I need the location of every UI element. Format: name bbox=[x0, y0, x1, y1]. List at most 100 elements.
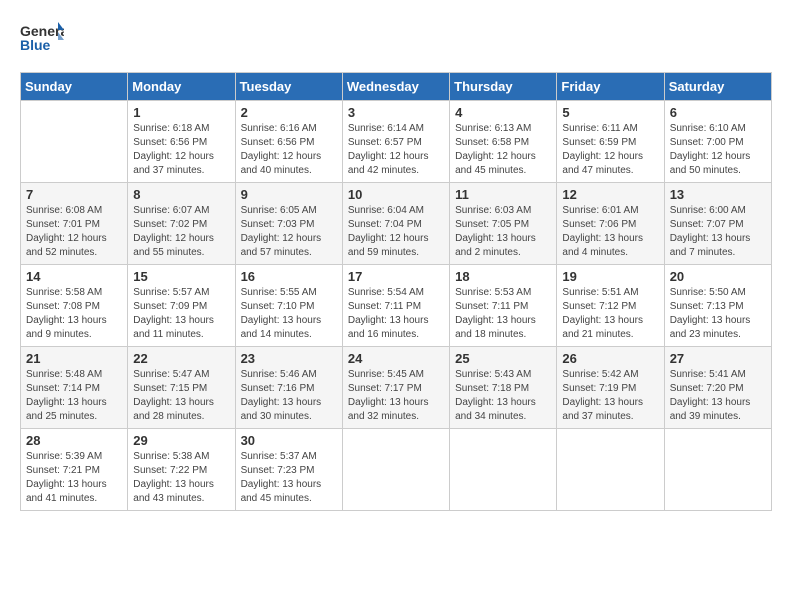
weekday-header: Thursday bbox=[450, 73, 557, 101]
svg-text:Blue: Blue bbox=[20, 37, 51, 53]
calendar-day-cell: 22Sunrise: 5:47 AM Sunset: 7:15 PM Dayli… bbox=[128, 347, 235, 429]
calendar-day-cell bbox=[342, 429, 449, 511]
day-number: 17 bbox=[348, 269, 444, 284]
day-info: Sunrise: 5:57 AM Sunset: 7:09 PM Dayligh… bbox=[133, 286, 229, 342]
day-number: 28 bbox=[26, 433, 122, 448]
day-number: 1 bbox=[133, 105, 229, 120]
day-info: Sunrise: 6:05 AM Sunset: 7:03 PM Dayligh… bbox=[241, 204, 337, 260]
calendar-day-cell: 29Sunrise: 5:38 AM Sunset: 7:22 PM Dayli… bbox=[128, 429, 235, 511]
weekday-header: Monday bbox=[128, 73, 235, 101]
calendar-day-cell: 4 Sunrise: 6:13 AM Sunset: 6:58 PM Daylig… bbox=[450, 101, 557, 183]
day-info: Sunrise: 5:39 AM Sunset: 7:21 PM Dayligh… bbox=[26, 450, 122, 506]
day-number: 3 bbox=[348, 105, 444, 120]
calendar-day-cell: 17 Sunrise: 5:54 AM Sunset: 7:11 PM Dayli… bbox=[342, 265, 449, 347]
calendar-day-cell: 28 Sunrise: 5:39 AM Sunset: 7:21 PM Dayli… bbox=[21, 429, 128, 511]
calendar-day-cell bbox=[450, 429, 557, 511]
day-info: Sunrise: 5:46 AM Sunset: 7:16 PM Dayligh… bbox=[241, 368, 337, 424]
day-info: Sunrise: 6:04 AM Sunset: 7:04 PM Dayligh… bbox=[348, 204, 444, 260]
calendar-day-cell bbox=[557, 429, 664, 511]
day-number: 2 bbox=[241, 105, 337, 120]
calendar-day-cell: 9Sunrise: 6:05 AM Sunset: 7:03 PM Daylig… bbox=[235, 183, 342, 265]
calendar-day-cell: 12Sunrise: 6:01 AM Sunset: 7:06 PM Dayli… bbox=[557, 183, 664, 265]
day-info: Sunrise: 6:08 AM Sunset: 7:01 PM Dayligh… bbox=[26, 204, 122, 260]
calendar-week-row: 7Sunrise: 6:08 AM Sunset: 7:01 PM Daylig… bbox=[21, 183, 772, 265]
weekday-header: Friday bbox=[557, 73, 664, 101]
day-number: 5 bbox=[562, 105, 658, 120]
day-number: 16 bbox=[241, 269, 337, 284]
day-info: Sunrise: 6:16 AM Sunset: 6:56 PM Dayligh… bbox=[241, 122, 337, 178]
day-info: Sunrise: 5:55 AM Sunset: 7:10 PM Dayligh… bbox=[241, 286, 337, 342]
calendar-week-row: 14 Sunrise: 5:58 AM Sunset: 7:08 PM Dayli… bbox=[21, 265, 772, 347]
day-number: 11 bbox=[455, 187, 551, 202]
day-number: 20 bbox=[670, 269, 766, 284]
day-info: Sunrise: 6:11 AM Sunset: 6:59 PM Dayligh… bbox=[562, 122, 658, 178]
calendar-day-cell: 13 Sunrise: 6:00 AM Sunset: 7:07 PM Dayli… bbox=[664, 183, 771, 265]
calendar-day-cell: 7Sunrise: 6:08 AM Sunset: 7:01 PM Daylig… bbox=[21, 183, 128, 265]
day-info: Sunrise: 6:13 AM Sunset: 6:58 PM Dayligh… bbox=[455, 122, 551, 178]
day-info: Sunrise: 5:37 AM Sunset: 7:23 PM Dayligh… bbox=[241, 450, 337, 506]
calendar-day-cell: 8Sunrise: 6:07 AM Sunset: 7:02 PM Daylig… bbox=[128, 183, 235, 265]
day-number: 27 bbox=[670, 351, 766, 366]
day-number: 4 bbox=[455, 105, 551, 120]
logo: General Blue bbox=[20, 20, 64, 56]
day-number: 8 bbox=[133, 187, 229, 202]
day-info: Sunrise: 5:45 AM Sunset: 7:17 PM Dayligh… bbox=[348, 368, 444, 424]
weekday-header: Tuesday bbox=[235, 73, 342, 101]
day-info: Sunrise: 6:01 AM Sunset: 7:06 PM Dayligh… bbox=[562, 204, 658, 260]
day-info: Sunrise: 5:41 AM Sunset: 7:20 PM Dayligh… bbox=[670, 368, 766, 424]
weekday-header: Wednesday bbox=[342, 73, 449, 101]
calendar-week-row: 28 Sunrise: 5:39 AM Sunset: 7:21 PM Dayli… bbox=[21, 429, 772, 511]
calendar-day-cell: 5 Sunrise: 6:11 AM Sunset: 6:59 PM Daylig… bbox=[557, 101, 664, 183]
calendar-table: SundayMondayTuesdayWednesdayThursdayFrid… bbox=[20, 72, 772, 511]
calendar-day-cell: 10 Sunrise: 6:04 AM Sunset: 7:04 PM Dayli… bbox=[342, 183, 449, 265]
day-number: 24 bbox=[348, 351, 444, 366]
calendar-week-row: 1 Sunrise: 6:18 AM Sunset: 6:56 PM Daylig… bbox=[21, 101, 772, 183]
day-info: Sunrise: 5:53 AM Sunset: 7:11 PM Dayligh… bbox=[455, 286, 551, 342]
day-info: Sunrise: 5:42 AM Sunset: 7:19 PM Dayligh… bbox=[562, 368, 658, 424]
day-number: 18 bbox=[455, 269, 551, 284]
day-info: Sunrise: 5:50 AM Sunset: 7:13 PM Dayligh… bbox=[670, 286, 766, 342]
day-info: Sunrise: 6:10 AM Sunset: 7:00 PM Dayligh… bbox=[670, 122, 766, 178]
calendar-week-row: 21 Sunrise: 5:48 AM Sunset: 7:14 PM Dayli… bbox=[21, 347, 772, 429]
calendar-day-cell: 16 Sunrise: 5:55 AM Sunset: 7:10 PM Dayli… bbox=[235, 265, 342, 347]
calendar-day-cell: 6 Sunrise: 6:10 AM Sunset: 7:00 PM Daylig… bbox=[664, 101, 771, 183]
day-info: Sunrise: 6:00 AM Sunset: 7:07 PM Dayligh… bbox=[670, 204, 766, 260]
day-info: Sunrise: 5:58 AM Sunset: 7:08 PM Dayligh… bbox=[26, 286, 122, 342]
calendar-day-cell: 2 Sunrise: 6:16 AM Sunset: 6:56 PM Daylig… bbox=[235, 101, 342, 183]
day-number: 30 bbox=[241, 433, 337, 448]
day-number: 19 bbox=[562, 269, 658, 284]
calendar-day-cell: 24 Sunrise: 5:45 AM Sunset: 7:17 PM Dayli… bbox=[342, 347, 449, 429]
day-info: Sunrise: 5:43 AM Sunset: 7:18 PM Dayligh… bbox=[455, 368, 551, 424]
day-number: 13 bbox=[670, 187, 766, 202]
calendar-day-cell: 15 Sunrise: 5:57 AM Sunset: 7:09 PM Dayli… bbox=[128, 265, 235, 347]
day-number: 15 bbox=[133, 269, 229, 284]
calendar-day-cell bbox=[664, 429, 771, 511]
calendar-day-cell: 3Sunrise: 6:14 AM Sunset: 6:57 PM Daylig… bbox=[342, 101, 449, 183]
calendar-header-row: SundayMondayTuesdayWednesdayThursdayFrid… bbox=[21, 73, 772, 101]
weekday-header: Saturday bbox=[664, 73, 771, 101]
day-number: 26 bbox=[562, 351, 658, 366]
calendar-day-cell: 18 Sunrise: 5:53 AM Sunset: 7:11 PM Dayli… bbox=[450, 265, 557, 347]
calendar-day-cell: 23 Sunrise: 5:46 AM Sunset: 7:16 PM Dayli… bbox=[235, 347, 342, 429]
day-number: 14 bbox=[26, 269, 122, 284]
day-number: 10 bbox=[348, 187, 444, 202]
day-info: Sunrise: 5:54 AM Sunset: 7:11 PM Dayligh… bbox=[348, 286, 444, 342]
calendar-day-cell: 11 Sunrise: 6:03 AM Sunset: 7:05 PM Dayli… bbox=[450, 183, 557, 265]
logo-icon: General Blue bbox=[20, 20, 64, 56]
day-number: 21 bbox=[26, 351, 122, 366]
day-info: Sunrise: 5:47 AM Sunset: 7:15 PM Dayligh… bbox=[133, 368, 229, 424]
weekday-header: Sunday bbox=[21, 73, 128, 101]
day-info: Sunrise: 6:03 AM Sunset: 7:05 PM Dayligh… bbox=[455, 204, 551, 260]
page-header: General Blue bbox=[20, 20, 772, 56]
calendar-day-cell: 14 Sunrise: 5:58 AM Sunset: 7:08 PM Dayli… bbox=[21, 265, 128, 347]
calendar-day-cell: 26 Sunrise: 5:42 AM Sunset: 7:19 PM Dayli… bbox=[557, 347, 664, 429]
day-number: 25 bbox=[455, 351, 551, 366]
day-number: 6 bbox=[670, 105, 766, 120]
day-info: Sunrise: 6:18 AM Sunset: 6:56 PM Dayligh… bbox=[133, 122, 229, 178]
calendar-day-cell: 21 Sunrise: 5:48 AM Sunset: 7:14 PM Dayli… bbox=[21, 347, 128, 429]
day-number: 29 bbox=[133, 433, 229, 448]
calendar-day-cell: 27 Sunrise: 5:41 AM Sunset: 7:20 PM Dayli… bbox=[664, 347, 771, 429]
calendar-day-cell: 20 Sunrise: 5:50 AM Sunset: 7:13 PM Dayli… bbox=[664, 265, 771, 347]
day-info: Sunrise: 5:48 AM Sunset: 7:14 PM Dayligh… bbox=[26, 368, 122, 424]
day-number: 23 bbox=[241, 351, 337, 366]
